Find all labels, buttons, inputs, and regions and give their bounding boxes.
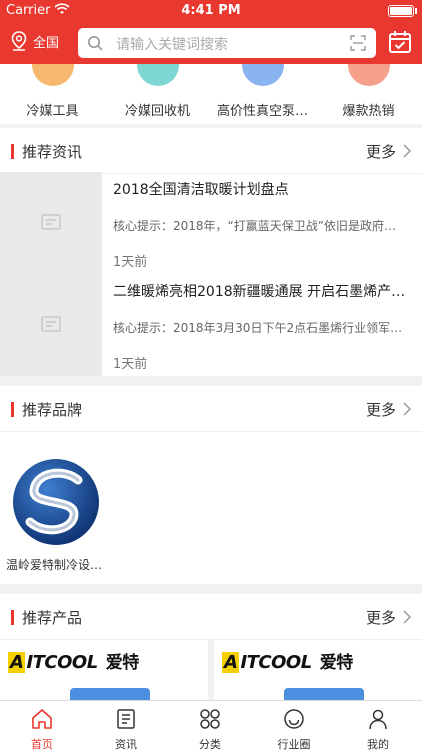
category-label: 冷媒工具 [26,104,79,119]
tab-label: 行业圈 [277,738,311,750]
smile-icon [284,709,304,729]
section-title: 推荐资讯 [22,143,83,161]
battery-tip [415,8,417,14]
tab-home[interactable]: 首页 [0,701,84,750]
brand-logo[interactable] [12,458,100,546]
scan-icon[interactable] [350,35,366,51]
user-icon [369,709,387,730]
product-image [284,688,364,700]
calendar-check-icon[interactable] [388,30,412,54]
product-image [70,688,150,700]
location-selector[interactable]: 全国 [10,31,59,51]
tab-category[interactable]: 分类 [168,701,252,750]
category-item[interactable]: 爆款热销 [316,64,421,124]
news-thumbnail [0,172,102,274]
search-icon [88,36,103,51]
category-item[interactable]: 高价性真空泵… [210,64,315,124]
news-item[interactable]: 2018全国清洁取暖计划盘点 核心提示：2018年，“打赢蓝天保卫战”依旧是政府… [0,172,422,274]
tab-bar: 首页 资讯 分类 行业圈 我的 [0,700,422,750]
news-summary: 核心提示：2018年，“打赢蓝天保卫战”依旧是政府… [113,219,396,233]
more-link[interactable]: 更多 [366,399,396,420]
product-brand-logo: A ITCOOL 爱特 [222,648,353,673]
category-label: 高价性真空泵… [216,104,308,119]
news-summary: 核心提示：2018年3月30日下午2点石墨烯行业领军… [113,321,403,335]
chevron-right-icon[interactable] [402,143,412,159]
brand-section-header: 推荐品牌 更多 [0,386,422,432]
tab-industry-circle[interactable]: 行业圈 [252,701,336,750]
news-title: 2018全国清洁取暖计划盘点 [113,182,289,198]
category-label: 爆款热销 [342,104,395,119]
news-title: 二维暖烯亮相2018新疆暖通展 开启石墨烯产… [113,284,406,300]
product-card[interactable]: A ITCOOL 爱特 [214,640,422,700]
news-icon [117,709,135,729]
status-bar: Carrier 4:41 PM [0,0,422,22]
more-link[interactable]: 更多 [366,607,396,628]
section-accent-bar [11,610,14,625]
battery-icon [388,5,414,17]
product-brand-logo: A ITCOOL 爱特 [8,648,139,673]
home-icon [32,709,52,729]
section-title: 推荐品牌 [22,401,83,419]
section-title: 推荐产品 [22,609,83,627]
grid-category-icon [200,709,220,729]
section-accent-bar [11,402,14,417]
search-placeholder: 请输入关键词搜索 [116,37,228,53]
category-icon [242,64,284,86]
tab-label: 资讯 [115,738,137,750]
tab-label: 首页 [31,738,53,750]
tab-profile[interactable]: 我的 [336,701,420,750]
tab-label: 我的 [367,738,389,750]
product-card[interactable]: A ITCOOL 爱特 [0,640,208,700]
top-header: 全国 请输入关键词搜索 [0,22,422,64]
logo-chinese: 爱特 [319,653,354,673]
news-time: 1天前 [113,255,148,270]
category-item[interactable]: 冷媒工具 [0,64,105,124]
category-label: 冷媒回收机 [124,104,190,119]
tab-news[interactable]: 资讯 [84,701,168,750]
category-icon [137,64,179,86]
logo-initial: A [8,652,26,673]
more-link[interactable]: 更多 [366,141,396,162]
search-input[interactable]: 请输入关键词搜索 [78,28,376,58]
image-placeholder-icon [41,214,61,230]
location-pin-icon [11,31,27,51]
news-section-header: 推荐资讯 更多 [0,128,422,174]
clock: 4:41 PM [181,3,241,18]
image-placeholder-icon [41,316,61,332]
section-accent-bar [11,144,14,159]
news-thumbnail [0,274,102,376]
chevron-right-icon[interactable] [402,401,412,417]
news-time: 1天前 [113,357,148,372]
category-icon [32,64,74,86]
brand-name[interactable]: 温岭爱特制冷设… [6,556,110,573]
logo-wordmark: ITCOOL [240,652,312,673]
logo-chinese: 爱特 [105,653,140,673]
logo-wordmark: ITCOOL [26,652,98,673]
logo-initial: A [222,652,240,673]
category-item[interactable]: 冷媒回收机 [105,64,210,124]
news-item[interactable]: 二维暖烯亮相2018新疆暖通展 开启石墨烯产… 核心提示：2018年3月30日下… [0,274,422,376]
location-label: 全国 [33,35,60,51]
brand-section: 推荐品牌 更多 温岭爱特制冷设… [0,386,422,584]
news-section: 推荐资讯 更多 2018全国清洁取暖计划盘点 核心提示：2018年，“打赢蓝天保… [0,128,422,376]
product-section: 推荐产品 更多 A ITCOOL 爱特 A ITCOOL 爱特 [0,594,422,700]
tab-label: 分类 [199,738,221,750]
category-icon [348,64,390,86]
category-strip: 冷媒工具 冷媒回收机 高价性真空泵… 爆款热销 [0,64,422,124]
chevron-right-icon[interactable] [402,609,412,625]
product-section-header: 推荐产品 更多 [0,594,422,640]
